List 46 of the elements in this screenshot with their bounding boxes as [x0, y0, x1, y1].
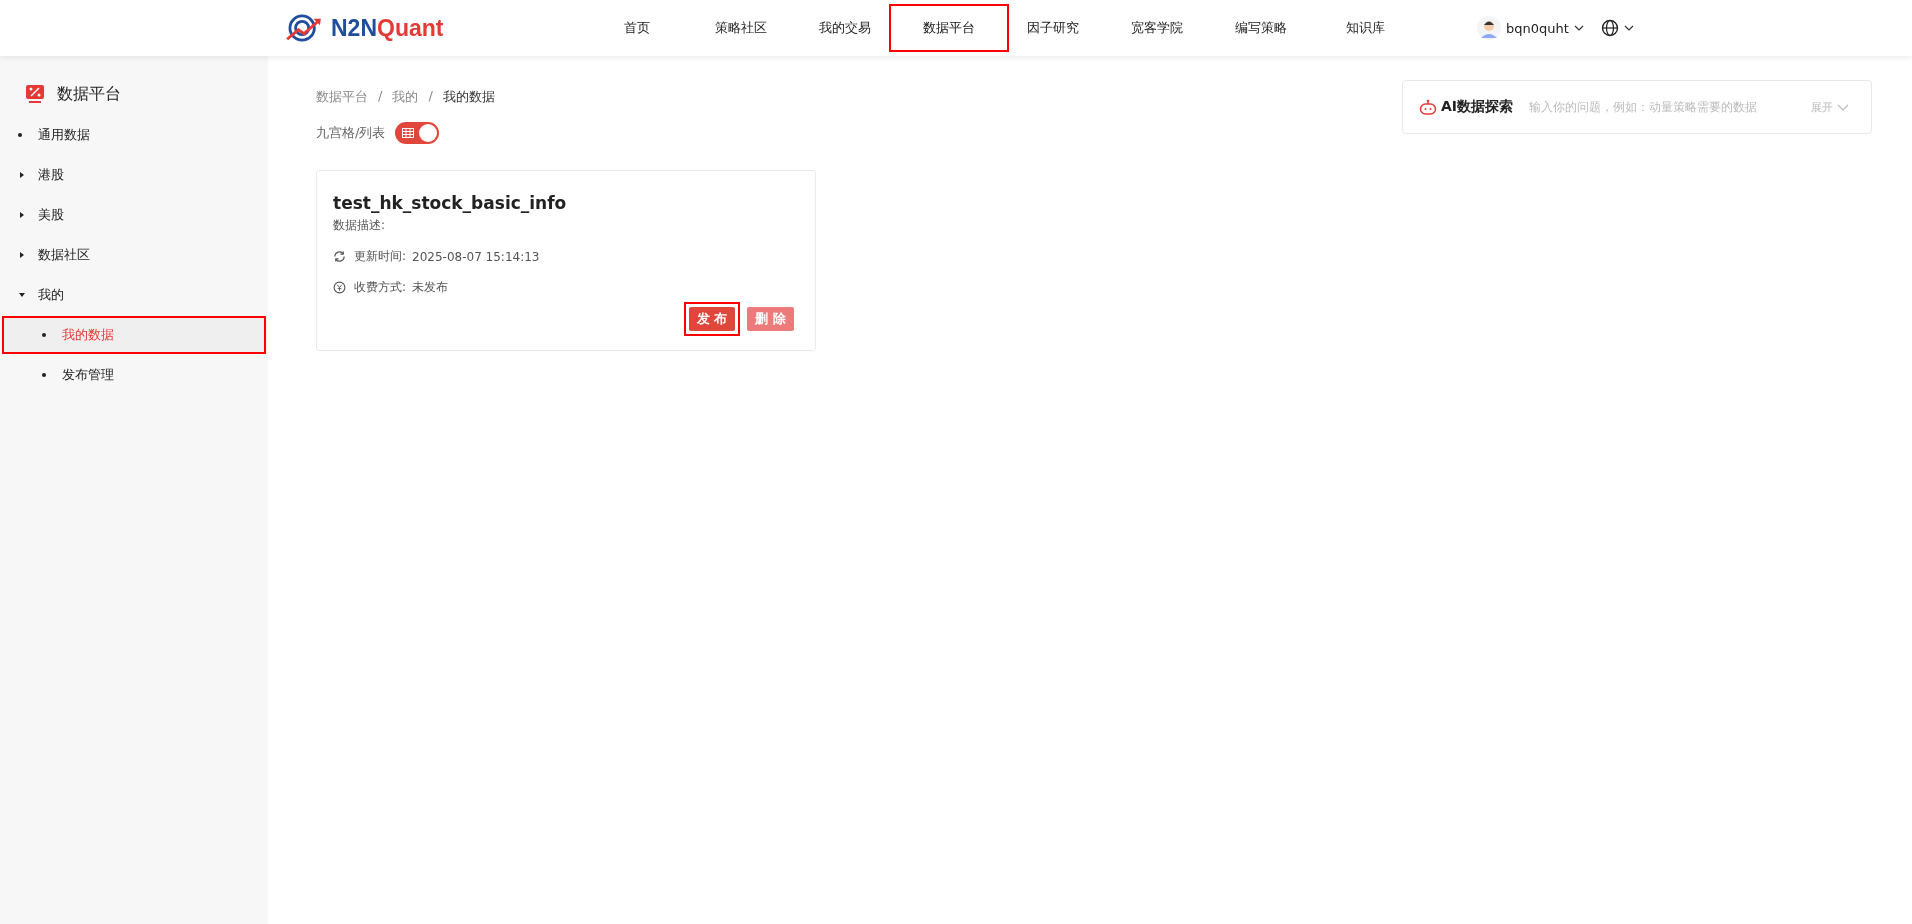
- avatar-icon[interactable]: [1477, 16, 1501, 40]
- sidebar-item[interactable]: 发布管理: [2, 356, 266, 394]
- nav-tab[interactable]: 知识库: [1313, 4, 1417, 52]
- dataset-description-label: 数据描述:: [333, 217, 387, 234]
- refresh-icon: [333, 250, 346, 263]
- sidebar-item[interactable]: 美股: [2, 196, 266, 234]
- fee-type-value: 未发布: [412, 279, 449, 296]
- logo-icon: [285, 13, 323, 43]
- ai-search-title: AI数据探索: [1441, 98, 1514, 116]
- sidebar-item[interactable]: 数据社区: [2, 236, 266, 274]
- dataset-title[interactable]: test_hk_stock_basic_info: [333, 193, 799, 213]
- nav-tab[interactable]: 策略社区: [689, 4, 793, 52]
- ai-question-input[interactable]: 输入你的问题，例如：动量策略需要的数据: [1527, 99, 1802, 115]
- breadcrumb-link[interactable]: 数据平台: [316, 88, 368, 106]
- nav-tab[interactable]: 首页: [585, 4, 689, 52]
- update-time-value: 2025-08-07 15:14:13: [412, 249, 540, 264]
- robot-icon: [1419, 99, 1437, 115]
- sidebar-item[interactable]: 我的: [2, 276, 266, 314]
- caret-right-icon[interactable]: [18, 211, 26, 219]
- fee-type-label: 收费方式:: [354, 279, 407, 296]
- globe-icon[interactable]: [1600, 19, 1619, 37]
- logo-text[interactable]: N2NQuant: [331, 14, 444, 42]
- grid-icon: [402, 128, 415, 138]
- view-toggle-switch[interactable]: [395, 122, 440, 144]
- breadcrumb-link[interactable]: 我的: [392, 88, 419, 106]
- caret-down-icon[interactable]: [18, 291, 26, 299]
- chevron-down-icon[interactable]: [1573, 23, 1584, 33]
- sidebar-item[interactable]: 通用数据: [2, 116, 266, 154]
- sidebar-item[interactable]: 港股: [2, 156, 266, 194]
- update-time-label: 更新时间:: [354, 248, 407, 265]
- chevron-down-icon[interactable]: [1623, 23, 1634, 33]
- publish-button[interactable]: 发 布: [688, 307, 736, 331]
- caret-right-icon[interactable]: [18, 251, 26, 259]
- sidebar-item[interactable]: 我的数据: [2, 316, 266, 354]
- breadcrumb-current: 我的数据: [442, 88, 495, 106]
- nav-tab[interactable]: 数据平台: [889, 4, 1009, 52]
- sidebar-title: 数据平台: [57, 83, 121, 105]
- breadcrumb-separator: /: [378, 88, 383, 105]
- username[interactable]: bqn0quht: [1506, 20, 1569, 36]
- nav-tab[interactable]: 宽客学院: [1105, 4, 1209, 52]
- breadcrumb-separator: /: [428, 88, 433, 105]
- nav-tab[interactable]: 编写策略: [1209, 4, 1313, 52]
- coin-icon: [333, 281, 346, 294]
- data-platform-icon: [25, 84, 45, 104]
- view-toggle-label: 九宫格/列表: [316, 124, 386, 142]
- caret-right-icon[interactable]: [18, 171, 26, 179]
